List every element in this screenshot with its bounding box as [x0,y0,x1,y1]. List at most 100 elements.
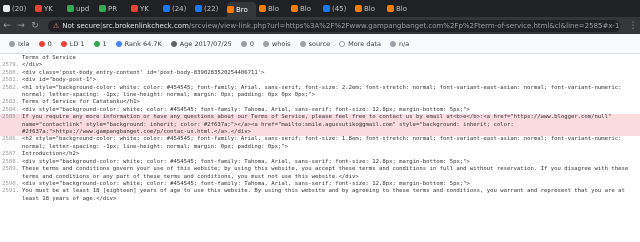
seo-metric-label: Age 2017/07/25 [179,39,232,48]
seo-metric-label: LD 1 [69,39,85,48]
seo-metric[interactable]: 1 [93,39,107,48]
seo-metric-icon [240,40,247,47]
line-code: <div class='post-body entry-content' id=… [22,69,265,76]
browser-tab[interactable]: (22) [195,2,224,15]
seo-metric-icon [60,40,67,47]
browser-tab[interactable]: PR [99,2,128,15]
tab-favicon-icon [291,5,298,12]
forward-icon[interactable]: → [14,21,28,31]
tab-favicon-icon [387,5,394,12]
line-number: 2584. [2,106,19,113]
seo-metric-icon [38,40,45,47]
seo-metric-label: n/a [399,39,410,48]
browser-tab[interactable]: upd [67,2,96,15]
browser-tab[interactable]: Blo [259,2,288,15]
line-number: 2590. [2,180,19,187]
browser-tab[interactable]: (24) [163,2,192,15]
tab-label: Blo [300,4,312,13]
tab-label: Blo [396,4,408,13]
seo-toolbar: Ixla 0 LD 1 1 Rank 64.7K Age 2017/07/25 0 whois… [0,34,640,54]
reload-icon[interactable]: ↻ [28,21,42,31]
address-bar[interactable]: ⚠ Not secure | src.brokenlinkcheck.com /… [48,19,620,32]
source-line: 2590. <div style="background-color: white… [0,181,640,188]
source-line: 2587. Introduction</h2> [0,151,640,158]
seo-metric-label: whois [271,39,291,48]
seo-metric-icon [9,40,15,47]
line-number: 2589. [2,166,19,173]
seo-metric[interactable]: More data [339,40,381,48]
warning-icon[interactable]: ⚠ [53,22,59,30]
tab-label: (20) [12,4,27,13]
tab-favicon-icon [131,5,138,12]
seo-metric-icon [170,40,177,47]
line-number: 2581. [2,77,19,84]
line-code: <div style="background-color: white; col… [22,158,470,165]
browser-tab[interactable]: YK [35,2,64,15]
line-number [0,55,22,62]
tab-label: PR [108,4,118,13]
line-code: Introduction</h2> [22,151,80,158]
seo-metric-icon [115,40,122,47]
menu-icon[interactable]: ⋮ [626,21,640,31]
source-line: 2591. You must be at least 18 [eighteen] … [0,188,640,203]
seo-metric[interactable]: Rank 64.7K [115,39,162,48]
source-line: 2589. These terms and conditions govern y… [0,166,640,181]
line-number: 2587. [2,151,19,158]
line-number: 2583. [2,99,19,106]
line-code: If you require any more information or h… [22,114,612,136]
back-icon[interactable]: ← [0,21,14,31]
browser-tab[interactable]: Bro [227,2,256,17]
seo-metric-label: More data [348,39,381,48]
seo-metric[interactable]: n/a [390,40,409,48]
line-number: 2591. [2,188,19,195]
seo-metric[interactable]: LD 1 [60,39,85,48]
highlighted-source-line: 2585. If you require any more information… [0,114,640,137]
tab-label: YK [44,4,53,13]
line-code: <h1 style="background-color: white; colo… [22,84,622,99]
browser-tab[interactable]: Blo [387,2,416,15]
source-line: Terms of Service [0,55,640,62]
seo-metric-icon [339,40,346,47]
tab-strip: (20) YK upd PR YK (24) (22) Bro Blo Blo (45) Blo Blo [0,0,640,17]
line-code: Terms of Service for Catatanku</h1> [22,99,140,106]
seo-metric-label: Ixla [18,39,30,48]
seo-metric-icon [262,40,269,47]
browser-tab[interactable]: (20) [3,2,32,15]
seo-metric-label: Rank 64.7K [124,39,162,48]
line-code: Terms of Service [22,55,76,61]
line-number: 2588. [2,158,19,165]
tab-favicon-icon [323,5,330,12]
seo-metric[interactable]: Ixla [9,40,30,48]
source-line: 2588. <div style="background-color: white… [0,159,640,166]
seo-metric[interactable]: whois [262,39,291,48]
line-number: 2580. [2,69,19,76]
line-code: <div style="background-color: white; col… [22,180,470,187]
seo-metric[interactable]: Age 2017/07/25 [170,39,232,48]
tab-favicon-icon [163,5,170,12]
seo-metric[interactable]: source [299,39,331,48]
browser-tab[interactable]: (45) [323,2,352,15]
tab-label: Bro [236,5,248,14]
browser-tab[interactable]: Blo [291,2,320,15]
line-code: <div id="body-post-1"> [22,77,97,84]
security-warning: Not secure [62,21,101,30]
url-host: src.brokenlinkcheck.com [102,21,189,30]
line-number: 2582. [2,84,19,91]
seo-metric[interactable]: 0 [240,40,254,48]
url-path: /srcview/view-link.php?url=https%3A%2F%2… [188,21,620,30]
line-code: </div> [22,62,43,69]
source-line: 2581. <div id="body-post-1"> [0,77,640,84]
source-line: 2579. </div> [0,62,640,69]
tab-favicon-icon [35,5,42,12]
tab-favicon-icon [67,5,74,12]
browser-tab[interactable]: Blo [355,2,384,15]
browser-tab[interactable]: YK [131,2,160,15]
tab-favicon-icon [355,5,362,12]
line-number: 2585. [2,114,19,121]
seo-metric[interactable]: 0 [38,40,52,48]
seo-metric-label: source [308,39,331,48]
seo-metric-icon [390,40,396,47]
seo-metric-icon [299,40,306,47]
address-toolbar: ← → ↻ ⚠ Not secure | src.brokenlinkcheck… [0,17,640,34]
seo-metric-label: 1 [102,39,107,48]
